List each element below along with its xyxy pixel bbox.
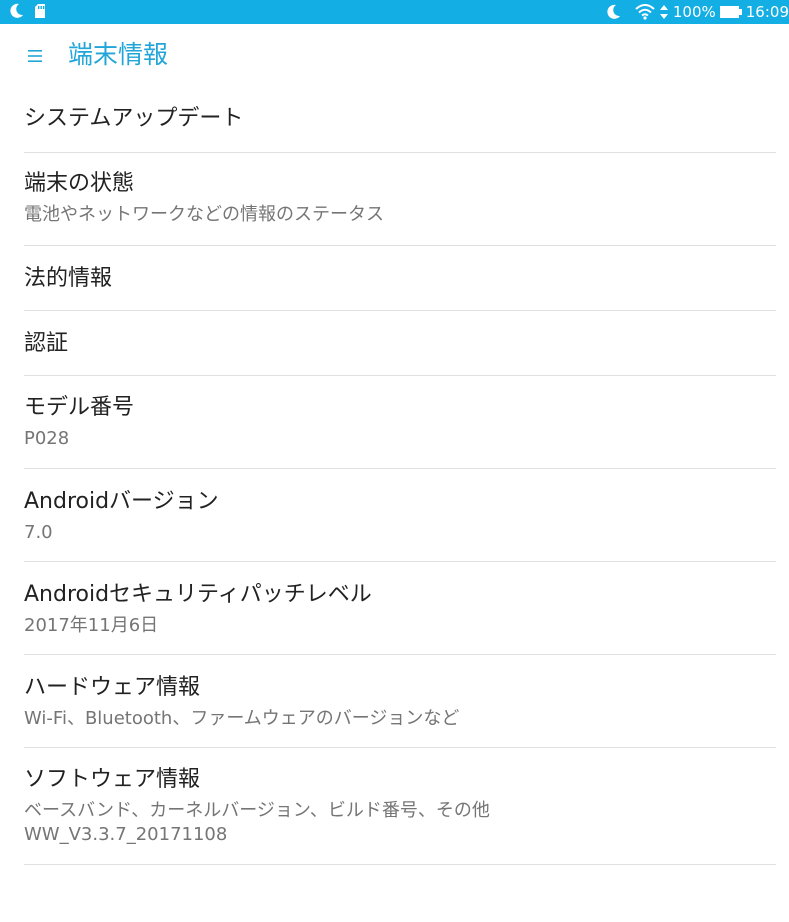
list-item-subtitle: P028 bbox=[24, 428, 70, 449]
status-time: 16:09 bbox=[745, 3, 789, 21]
list-item-subtitle: 2017年11月6日 bbox=[24, 615, 159, 636]
status-left bbox=[10, 3, 46, 19]
menu-icon[interactable] bbox=[28, 49, 42, 63]
list-item-subtitle: Wi-Fi、Bluetooth、ファームウェアのバージョンなど bbox=[24, 708, 460, 729]
wifi-icon bbox=[635, 4, 655, 20]
list-item-title: ハードウェア情報 bbox=[24, 675, 201, 700]
list-item-security-patch-level[interactable]: Androidセキュリティパッチレベル 2017年11月6日 bbox=[24, 562, 776, 655]
list-item-system-update[interactable]: システムアップデート bbox=[24, 88, 776, 153]
status-right: 100% 16:09 bbox=[607, 1, 789, 23]
list-item-title: 認証 bbox=[24, 331, 69, 356]
list-item-title: Androidバージョン bbox=[24, 489, 219, 514]
list-item-software-info[interactable]: ソフトウェア情報 ベースバンド、カーネルバージョン、ビルド番号、その他 WW_V… bbox=[24, 748, 776, 865]
list-item-subtitle: WW_V3.3.7_20171108 bbox=[24, 824, 228, 845]
sd-card-icon bbox=[35, 4, 45, 18]
list-item-certification[interactable]: 認証 bbox=[24, 311, 776, 376]
list-item-title: Androidセキュリティパッチレベル bbox=[24, 582, 372, 607]
list-item-model-number[interactable]: モデル番号 P028 bbox=[24, 376, 776, 469]
moon-icon bbox=[10, 3, 23, 18]
list-item-title: モデル番号 bbox=[24, 395, 135, 420]
list-item-title: 法的情報 bbox=[24, 266, 113, 291]
list-item-device-status[interactable]: 端末の状態 電池やネットワークなどの情報のステータス bbox=[24, 153, 776, 246]
list-item-hardware-info[interactable]: ハードウェア情報 Wi-Fi、Bluetooth、ファームウェアのバージョンなど bbox=[24, 655, 776, 748]
battery-icon bbox=[719, 6, 742, 18]
page-title: 端末情報 bbox=[68, 40, 169, 69]
list-item-title: システムアップデート bbox=[24, 106, 244, 131]
app-bar: 端末情報 bbox=[0, 24, 789, 88]
data-arrows-icon bbox=[659, 5, 668, 19]
list-item-subtitle: 電池やネットワークなどの情報のステータス bbox=[24, 204, 384, 225]
list-item-subtitle: 7.0 bbox=[24, 522, 53, 543]
list-item-android-version[interactable]: Androidバージョン 7.0 bbox=[24, 469, 776, 562]
list-item-title: ソフトウェア情報 bbox=[24, 767, 201, 792]
list-item-subtitle: ベースバンド、カーネルバージョン、ビルド番号、その他 bbox=[24, 800, 490, 821]
list-item-legal-info[interactable]: 法的情報 bbox=[24, 246, 776, 311]
moon-icon bbox=[607, 4, 620, 19]
status-bar: 100% 16:09 bbox=[0, 0, 789, 24]
list-item-title: 端末の状態 bbox=[24, 171, 135, 196]
battery-level: 100% bbox=[672, 3, 716, 21]
settings-list: システムアップデート 端末の状態 電池やネットワークなどの情報のステータス 法的… bbox=[0, 88, 789, 865]
